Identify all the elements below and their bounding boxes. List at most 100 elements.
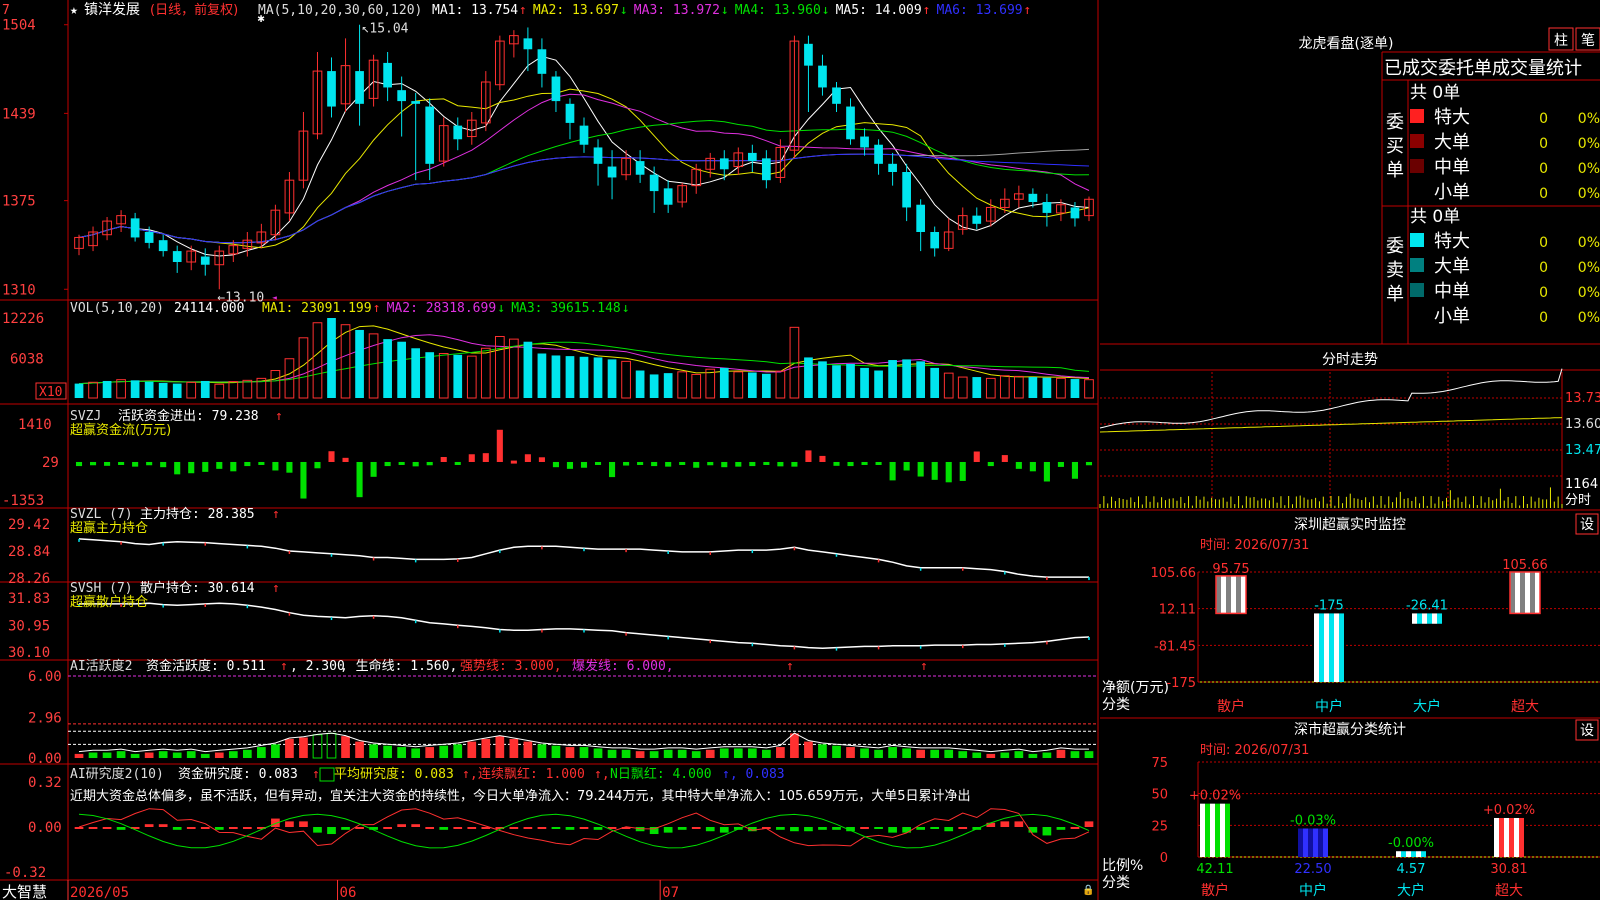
y-tick-label: 0.32 (28, 775, 62, 791)
buy-row-name: 大单 (1434, 132, 1470, 153)
flow-bar (426, 461, 433, 466)
flow-bar (861, 461, 868, 465)
ma-arrow: ↓ (620, 3, 628, 18)
volume-bar (663, 373, 673, 398)
activity-bar (972, 752, 982, 758)
candle-body (818, 65, 827, 88)
volume-bar (747, 372, 757, 398)
activity-bar (1042, 752, 1052, 758)
sell-row-pct: 0% (1578, 285, 1600, 301)
buy-row-pct: 0% (1578, 136, 1600, 152)
research-bar (144, 824, 154, 827)
research-bar (860, 827, 869, 829)
monitor-set-label: 设 (1580, 517, 1594, 533)
candle-body (860, 136, 869, 148)
research-bar (355, 827, 364, 829)
activity-bar (186, 751, 196, 758)
activity-bar (1014, 751, 1024, 758)
buy-total: 共 0单 (1410, 83, 1460, 103)
candle-body (762, 158, 771, 181)
monitor-bar-stripe (1334, 613, 1339, 682)
research-bar (214, 827, 224, 830)
flow-bar (356, 461, 363, 498)
monitor-category: 散户 (1217, 698, 1245, 715)
y-tick-label: 1410 (18, 417, 52, 433)
monitor-bar-stripe (1520, 572, 1525, 614)
svzj-value: 活跃资金进出: 79.238 (118, 408, 259, 424)
volume-bar (411, 348, 421, 398)
research-bar (228, 827, 238, 829)
sell-row-name: 小单 (1434, 306, 1470, 327)
stat-bar-stripe (1225, 803, 1230, 857)
candle-body (327, 71, 336, 107)
buy-vert-label: 买 (1386, 136, 1404, 157)
activity-bar (509, 738, 519, 758)
candle-body (158, 240, 168, 252)
x-date-label: 07 (662, 885, 679, 900)
candle-body (565, 103, 575, 123)
candle-body (902, 172, 911, 208)
y-tick-label: 12226 (2, 311, 44, 327)
activity-bar (523, 741, 533, 758)
flow-bar (300, 461, 307, 499)
flow-bar (1043, 461, 1050, 482)
candle-body (607, 166, 617, 178)
stat-bar-stripe (1416, 851, 1421, 857)
activity-bar (860, 748, 869, 758)
research-bar (930, 827, 940, 829)
flow-bar (538, 457, 545, 462)
volume-bar (888, 360, 897, 398)
volume-bar (453, 354, 463, 398)
stat-time: 时间: 2026/07/31 (1200, 743, 1309, 758)
activity-bar (467, 741, 477, 758)
activity-bar (481, 738, 491, 758)
research-bar (916, 827, 926, 830)
flow-bar (973, 451, 980, 462)
research-bar (958, 827, 968, 829)
sell-swatch (1410, 258, 1424, 272)
svzl-title: SVZL (7) (70, 507, 133, 522)
volume-bar (818, 361, 827, 398)
vol-value: 24114.000 (174, 301, 244, 316)
candle-body (888, 163, 897, 172)
svzl-sub: 超赢主力持仓 (70, 520, 148, 536)
vol-ma-value: MA1: 23091.199 (262, 301, 372, 316)
flow-bar (75, 461, 83, 467)
volume-bar (172, 383, 182, 398)
btn-bar-label: 柱 (1554, 33, 1568, 49)
candle-body (425, 106, 435, 164)
sell-row-count: 0 (1539, 285, 1548, 301)
y-tick-label: 0.00 (28, 751, 62, 767)
flow-bar (679, 461, 686, 465)
monitor-time: 时间: 2026/07/31 (1200, 538, 1309, 553)
flow-bar (931, 461, 938, 480)
research-bar (158, 824, 168, 827)
research-bar (200, 827, 210, 829)
research-bar (1070, 827, 1080, 829)
stat-value: 42.11 (1196, 862, 1233, 877)
intraday-vol-tick: 1164 (1565, 477, 1598, 492)
candle-body (200, 256, 210, 265)
research-bar (537, 827, 547, 829)
lhb-title: 龙虎看盘(逐单) (1299, 35, 1394, 52)
flow-bar (651, 461, 658, 467)
sell-row-name: 大单 (1434, 256, 1470, 277)
y-tick-label: -0.32 (4, 865, 46, 881)
monitor-bar-中户 (1314, 613, 1344, 682)
stat-bar-stripe (1411, 851, 1416, 857)
activity-bar (299, 737, 308, 758)
volume-bar (200, 380, 210, 398)
y-tick-label: 30.95 (8, 618, 50, 634)
y-tick-label: 31.83 (8, 591, 50, 607)
sell-row-name: 中单 (1434, 281, 1470, 302)
research-bar (663, 827, 673, 833)
ma-title: MA(5,10,20,30,60,120) (258, 3, 422, 18)
sell-vert-label: 委 (1386, 236, 1404, 257)
stat-value: 30.81 (1490, 862, 1527, 877)
volume-bar (846, 363, 855, 398)
flow-bar (833, 461, 840, 466)
x-date-label: 2026/05 (70, 885, 129, 900)
research-bar (313, 827, 322, 833)
monitor-bar-stripe (1437, 613, 1442, 624)
activity-bar (733, 748, 743, 758)
